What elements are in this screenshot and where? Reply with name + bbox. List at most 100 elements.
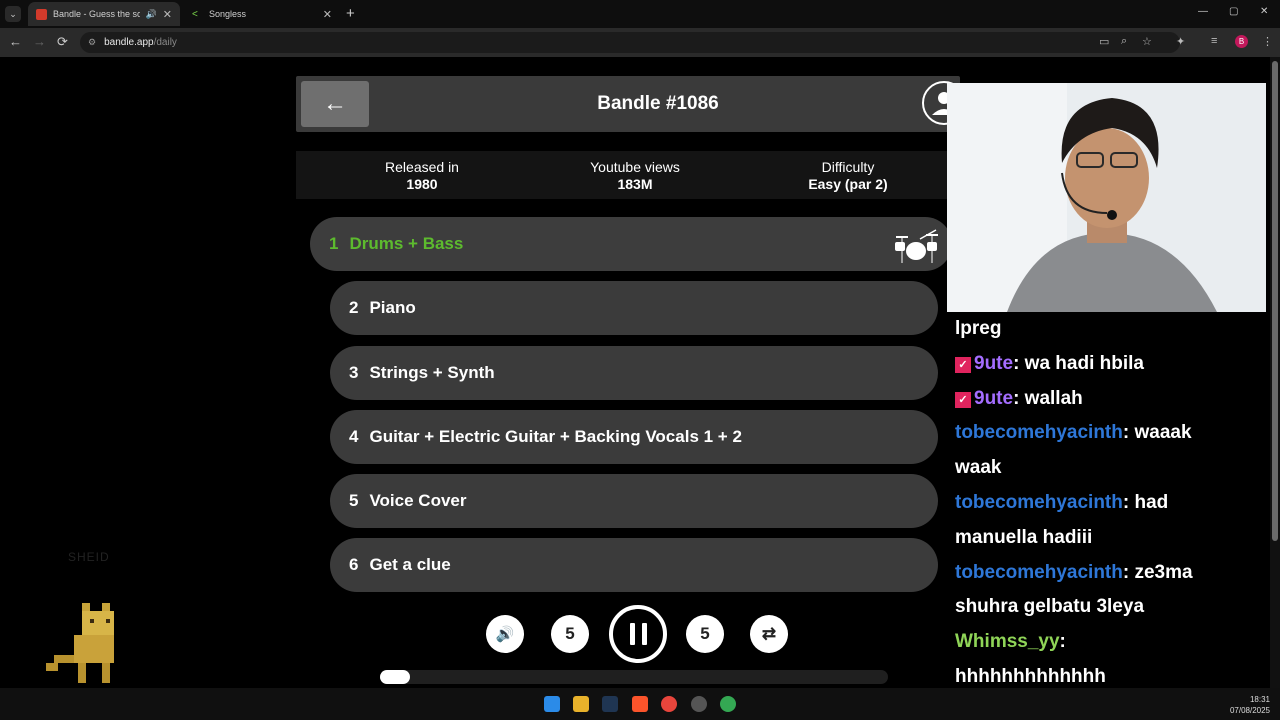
chrome-active-icon[interactable] bbox=[720, 696, 736, 712]
chat-username: tobecomehyacinth bbox=[955, 561, 1123, 583]
pause-icon bbox=[641, 623, 647, 645]
scrollbar[interactable] bbox=[1270, 57, 1280, 688]
chat-text: lpreg bbox=[955, 318, 1002, 339]
profile-avatar[interactable]: B bbox=[1235, 35, 1248, 48]
system-clock: 18:31 07/08/2025 bbox=[1216, 694, 1270, 716]
track-row-3[interactable]: 3 Strings + Synth bbox=[330, 346, 938, 400]
info-value: Easy (par 2) bbox=[808, 176, 888, 192]
chat-message: ✓ 9ute: wa hadi hbila bbox=[955, 347, 1270, 382]
info-difficulty: Difficulty Easy (par 2) bbox=[748, 159, 948, 193]
chat-text: : wallah bbox=[1013, 387, 1083, 409]
chat-message: ✓ 9ute: wallah bbox=[955, 382, 1270, 417]
extensions-icon[interactable]: ✦ bbox=[1176, 35, 1185, 48]
reload-icon[interactable]: ⟳ bbox=[57, 34, 68, 50]
pause-button[interactable] bbox=[609, 605, 667, 663]
drum-kit-icon bbox=[895, 229, 938, 263]
cast-icon[interactable]: ▭ bbox=[1099, 35, 1109, 48]
track-row-4[interactable]: 4 Guitar + Electric Guitar + Backing Voc… bbox=[330, 410, 938, 464]
chat-text: : ze3ma bbox=[1122, 561, 1193, 583]
chat-badge-icon: ✓ bbox=[955, 356, 971, 373]
track-label: Voice Cover bbox=[369, 491, 467, 510]
forward-icon: 5 bbox=[700, 624, 710, 643]
track-label: Piano bbox=[369, 298, 416, 317]
info-views: Youtube views 183M bbox=[535, 159, 735, 193]
track-number: 1 bbox=[329, 234, 339, 253]
chat-username: tobecomehyacinth bbox=[955, 491, 1123, 513]
track-label: Get a clue bbox=[369, 555, 451, 574]
chat-message: manuella hadiii bbox=[955, 521, 1270, 556]
chat-badge-icon: ✓ bbox=[955, 391, 971, 408]
windows-start-icon[interactable] bbox=[544, 696, 560, 712]
bandle-page: ← Bandle #1086 Released in 1980 Youtube … bbox=[0, 57, 1270, 688]
clock-date: 07/08/2025 bbox=[1229, 706, 1270, 715]
volume-icon: 🔊 bbox=[495, 626, 515, 643]
chat-text: hhhhhhhhhhhhh bbox=[955, 665, 1106, 687]
back-nav-icon[interactable]: ← bbox=[9, 34, 22, 49]
app-icon[interactable] bbox=[602, 696, 618, 712]
address-bar[interactable]: ⚙ bandle.app/daily bbox=[80, 32, 1180, 53]
chat-text: : wa hadi hbila bbox=[1013, 352, 1144, 374]
forward-nav-icon[interactable]: → bbox=[33, 34, 46, 49]
tab-title: Bandle - Guess the song, on bbox=[53, 9, 140, 19]
songless-favicon-icon: < bbox=[192, 8, 198, 20]
track-number: 4 bbox=[349, 427, 359, 446]
tab-title: Songless bbox=[209, 9, 247, 19]
tab-bandle[interactable]: Bandle - Guess the song, on 🔊 ✕ bbox=[28, 2, 180, 26]
repeat-icon: ⇄ bbox=[761, 624, 777, 643]
track-label: Guitar + Electric Guitar + Backing Vocal… bbox=[369, 427, 742, 446]
browser-toolbar: ← → ⟳ ⚙ bandle.app/daily ▭ ⌕ ☆ ✦ ≡ ⋮ bbox=[0, 28, 1280, 57]
clock-time: 18:31 bbox=[1249, 695, 1270, 704]
info-label: Released in bbox=[385, 159, 459, 175]
browser-tab-bar: ⌄ Bandle - Guess the song, on 🔊 ✕ < Song… bbox=[0, 0, 1280, 28]
menu-icon[interactable]: ⋮ bbox=[1262, 35, 1273, 48]
pixel-cat-icon bbox=[46, 603, 114, 683]
forward-5-button[interactable]: 5 bbox=[686, 615, 724, 653]
maximize-icon[interactable]: ▢ bbox=[1229, 6, 1238, 17]
scrollbar-thumb[interactable] bbox=[1272, 61, 1278, 541]
chat-username: Whimss_yy bbox=[955, 631, 1060, 653]
track-row-5[interactable]: 5 Voice Cover bbox=[330, 474, 938, 528]
page-title: Bandle #1086 bbox=[597, 93, 719, 114]
chrome-icon[interactable] bbox=[661, 696, 677, 712]
bookmark-star-icon[interactable]: ☆ bbox=[1142, 35, 1152, 48]
repeat-button[interactable]: ⇄ bbox=[750, 615, 788, 653]
tab-songless[interactable]: < Songless ✕ bbox=[184, 2, 340, 26]
track-row-2[interactable]: 2 Piano bbox=[330, 281, 938, 335]
track-row-6[interactable]: 6 Get a clue bbox=[330, 538, 938, 592]
tab-list-button[interactable]: ⌄ bbox=[5, 6, 21, 22]
chat-message: shuhra gelbatu 3leya bbox=[955, 590, 1270, 625]
track-number: 5 bbox=[349, 491, 359, 510]
tab-close-icon[interactable]: ✕ bbox=[163, 8, 172, 21]
pause-icon bbox=[629, 623, 635, 645]
chat-text: : bbox=[1059, 631, 1066, 653]
volume-button[interactable]: 🔊 bbox=[486, 615, 524, 653]
minimize-icon[interactable]: — bbox=[1198, 6, 1208, 17]
track-label: Drums + Bass bbox=[349, 234, 464, 253]
progress-bar[interactable] bbox=[380, 670, 888, 684]
chat-message: Whimss_yy: bbox=[955, 625, 1270, 660]
track-number: 2 bbox=[349, 298, 359, 317]
chat-message: tobecomehyacinth: waaak bbox=[955, 416, 1270, 451]
rewind-5-button[interactable]: 5 bbox=[551, 615, 589, 653]
info-label: Difficulty bbox=[821, 159, 875, 175]
track-row-1[interactable]: 1 Drums + Bass bbox=[310, 217, 952, 271]
progress-fill bbox=[380, 670, 411, 684]
chat-text: : had bbox=[1122, 491, 1169, 513]
zoom-icon[interactable]: ⌕ bbox=[1121, 35, 1127, 48]
settings-icon[interactable] bbox=[691, 696, 707, 712]
info-value: 1980 bbox=[406, 176, 438, 192]
track-number: 3 bbox=[349, 363, 359, 382]
file-explorer-icon[interactable] bbox=[573, 696, 589, 712]
window-close-icon[interactable]: ✕ bbox=[1260, 6, 1268, 17]
chat-username: 9ute bbox=[974, 387, 1014, 409]
info-label: Youtube views bbox=[590, 159, 680, 175]
site-info-icon[interactable]: ⚙ bbox=[88, 37, 96, 48]
tab-close-icon[interactable]: ✕ bbox=[323, 8, 332, 21]
audio-icon[interactable]: 🔊 bbox=[146, 9, 157, 20]
brave-browser-icon[interactable] bbox=[632, 696, 648, 712]
new-tab-button[interactable]: + bbox=[346, 5, 355, 22]
media-controls-icon[interactable]: ≡ bbox=[1211, 35, 1217, 47]
info-released: Released in 1980 bbox=[322, 159, 522, 193]
info-value: 183M bbox=[617, 176, 653, 192]
bandle-favicon-icon bbox=[36, 8, 47, 20]
